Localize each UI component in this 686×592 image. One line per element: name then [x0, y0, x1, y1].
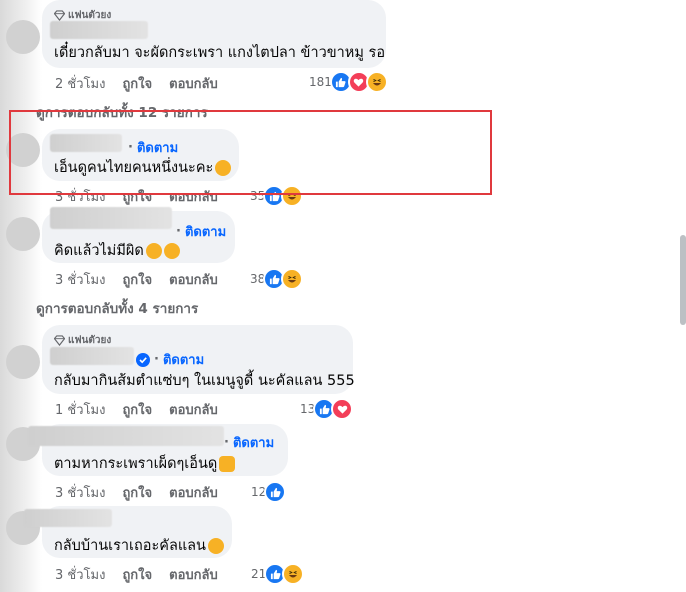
- comment-bubble: · ติดตาม คิดแล้วไม่มีผิด: [42, 207, 235, 263]
- comment-actions: 3 ชั่วโมง ถูกใจ ตอบกลับ: [55, 564, 235, 585]
- like-icon: [264, 481, 287, 503]
- follow-link[interactable]: · ติดตาม: [224, 432, 274, 453]
- haha-icon: [365, 71, 388, 93]
- comment-text: คิดแล้วไม่มีผิด: [54, 239, 180, 262]
- reaction-summary[interactable]: 12: [251, 481, 287, 503]
- thumbs-up-emoji-icon: [219, 455, 236, 472]
- reaction-summary[interactable]: 13: [300, 398, 354, 420]
- comment-bubble: แฟนตัวยง เดี๋ยวกลับมา จะผัดกระเพรา แกงไต…: [42, 0, 386, 68]
- commenter-name[interactable]: [50, 207, 172, 229]
- comment-time[interactable]: 1 ชั่วโมง: [55, 399, 105, 420]
- avatar[interactable]: [6, 20, 40, 54]
- reply-button[interactable]: ตอบกลับ: [169, 73, 218, 94]
- comment-bubble: กลับบ้านเราเถอะคัลแลน: [24, 506, 232, 558]
- reply-button[interactable]: ตอบกลับ: [169, 399, 218, 420]
- comment-time[interactable]: 2 ชั่วโมง: [55, 73, 105, 94]
- left-edge-background: [0, 0, 42, 592]
- comment-text: เดี๋ยวกลับมา จะผัดกระเพรา แกงไตปลา ข้าวข…: [54, 45, 386, 61]
- comment-time[interactable]: 3 ชั่วโมง: [55, 269, 105, 290]
- comment-actions: 3 ชั่วโมง ถูกใจ ตอบกลับ: [55, 482, 235, 503]
- commenter-name[interactable]: [28, 426, 224, 446]
- comment-actions: 1 ชั่วโมง ถูกใจ ตอบกลับ: [55, 399, 235, 420]
- scrollbar[interactable]: [680, 235, 686, 325]
- like-button[interactable]: ถูกใจ: [122, 564, 152, 585]
- follow-label: ติดตาม: [232, 436, 275, 451]
- reaction-summary[interactable]: 181: [309, 71, 388, 93]
- verified-badge-icon: [136, 352, 150, 367]
- avatar[interactable]: [6, 217, 40, 251]
- highlight-annotation-box: [9, 110, 492, 195]
- haha-icon: [282, 563, 305, 585]
- like-button[interactable]: ถูกใจ: [122, 482, 152, 503]
- reaction-summary[interactable]: 38: [250, 268, 304, 290]
- comment-bubble: · ติดตาม ตามหากระเพราเผ็ดๆเอ็นดู: [28, 424, 288, 476]
- commenter-name[interactable]: [50, 347, 134, 365]
- reaction-summary[interactable]: 21: [251, 563, 305, 585]
- follow-label: ติดตาม: [162, 353, 205, 368]
- follow-link[interactable]: · ติดตาม: [136, 349, 204, 370]
- zipper-mouth-face-icon: [145, 242, 162, 259]
- reply-button[interactable]: ตอบกลับ: [169, 564, 218, 585]
- reaction-count: 181: [309, 75, 332, 89]
- comment-text-content: คิดแล้วไม่มีผิด: [54, 243, 144, 259]
- comment-text: กลับมากินส้มตำแซ่บๆ ในเมนูจูดี้ นะคัลแลน…: [54, 373, 355, 389]
- commenter-name[interactable]: [24, 509, 112, 527]
- like-button[interactable]: ถูกใจ: [122, 399, 152, 420]
- like-button[interactable]: ถูกใจ: [122, 269, 152, 290]
- comment-text-content: กลับบ้านเราเถอะคัลแลน: [54, 538, 206, 554]
- comment-text: ตามหากระเพราเผ็ดๆเอ็นดู: [54, 452, 236, 475]
- avatar[interactable]: [6, 345, 40, 379]
- haha-icon: [281, 268, 304, 290]
- zipper-mouth-face-icon: [163, 242, 180, 259]
- commenter-name[interactable]: [50, 21, 148, 39]
- comment-text: กลับบ้านเราเถอะคัลแลน: [54, 534, 224, 557]
- follow-label: ติดตาม: [184, 225, 227, 240]
- comments-page: แฟนตัวยง เดี๋ยวกลับมา จะผัดกระเพรา แกงไต…: [0, 0, 686, 592]
- follow-link[interactable]: · ติดตาม: [176, 221, 226, 242]
- reply-button[interactable]: ตอบกลับ: [169, 269, 218, 290]
- badge-label: แฟนตัวยง: [68, 335, 112, 346]
- comment-actions: 3 ชั่วโมง ถูกใจ ตอบกลับ: [55, 269, 235, 290]
- diamond-icon: [54, 335, 65, 346]
- comment-text-content: ตามหากระเพราเผ็ดๆเอ็นดู: [54, 456, 218, 472]
- reply-button[interactable]: ตอบกลับ: [169, 482, 218, 503]
- top-fan-badge: แฟนตัวยง: [54, 333, 111, 348]
- diamond-icon: [54, 10, 65, 21]
- comment-time[interactable]: 3 ชั่วโมง: [55, 482, 105, 503]
- comment-bubble: แฟนตัวยง · ติดตาม กลับมากินส้มตำแซ่บๆ ใน…: [42, 325, 355, 394]
- comment-actions: 2 ชั่วโมง ถูกใจ ตอบกลับ: [55, 73, 235, 94]
- view-replies-link[interactable]: ดูการตอบกลับทั้ง 4 รายการ: [36, 297, 198, 319]
- like-button[interactable]: ถูกใจ: [122, 73, 152, 94]
- comment-time[interactable]: 3 ชั่วโมง: [55, 564, 105, 585]
- rolling-laughing-face-icon: [207, 537, 224, 554]
- love-icon: [331, 398, 354, 420]
